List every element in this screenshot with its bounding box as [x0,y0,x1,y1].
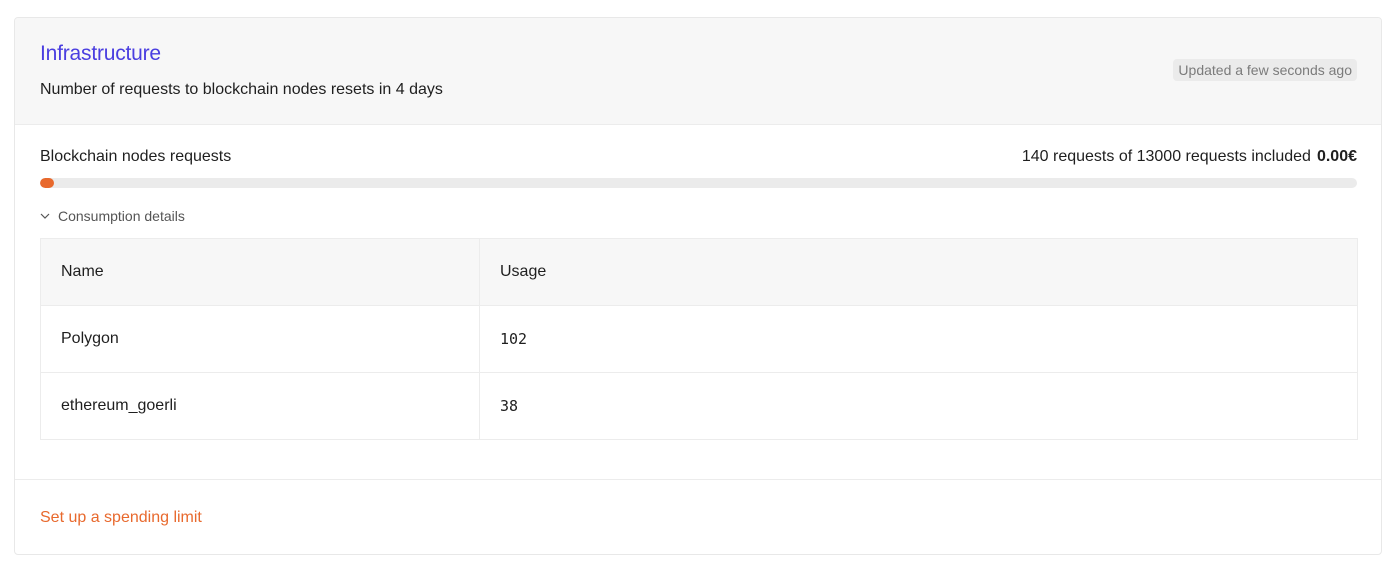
column-header-usage: Usage [479,238,1358,306]
card-subtitle: Number of requests to blockchain nodes r… [40,81,443,98]
card-footer: Set up a spending limit [15,479,1381,554]
usage-progress-fill [40,178,55,188]
usage-summary-text: 140 requests of 13000 requests included [1021,148,1311,165]
usage-row: Blockchain nodes requests 140 requests o… [40,148,1357,170]
row-usage-cell: 38 [479,372,1358,440]
table-row: ethereum_goerli 38 [40,372,1358,440]
card-header: Infrastructure Number of requests to blo… [15,18,1381,125]
table-row: Polygon 102 [40,305,1358,373]
row-usage-cell: 102 [479,305,1358,373]
column-header-name: Name [40,238,480,306]
chevron-down-icon [40,213,50,219]
card-title: Infrastructure [40,42,161,65]
updated-badge: Updated a few seconds ago [1173,59,1357,81]
usage-progress-bar [40,178,1357,188]
row-name-cell: Polygon [40,305,480,373]
table-header-row: Name Usage [40,238,1358,306]
infrastructure-card: Infrastructure Number of requests to blo… [14,17,1382,555]
row-name-cell: ethereum_goerli [40,372,480,440]
usage-label: Blockchain nodes requests [40,148,232,165]
usage-summary: 140 requests of 13000 requests included 0… [1022,148,1357,166]
set-spending-limit-link[interactable]: Set up a spending limit [40,509,202,527]
consumption-table: Name Usage Polygon 102 ethereum_goerli 3… [40,238,1358,440]
consumption-details-label: Consumption details [58,208,185,224]
usage-price: 0.00€ [1316,148,1357,165]
consumption-details-toggle[interactable]: Consumption details [40,208,185,224]
